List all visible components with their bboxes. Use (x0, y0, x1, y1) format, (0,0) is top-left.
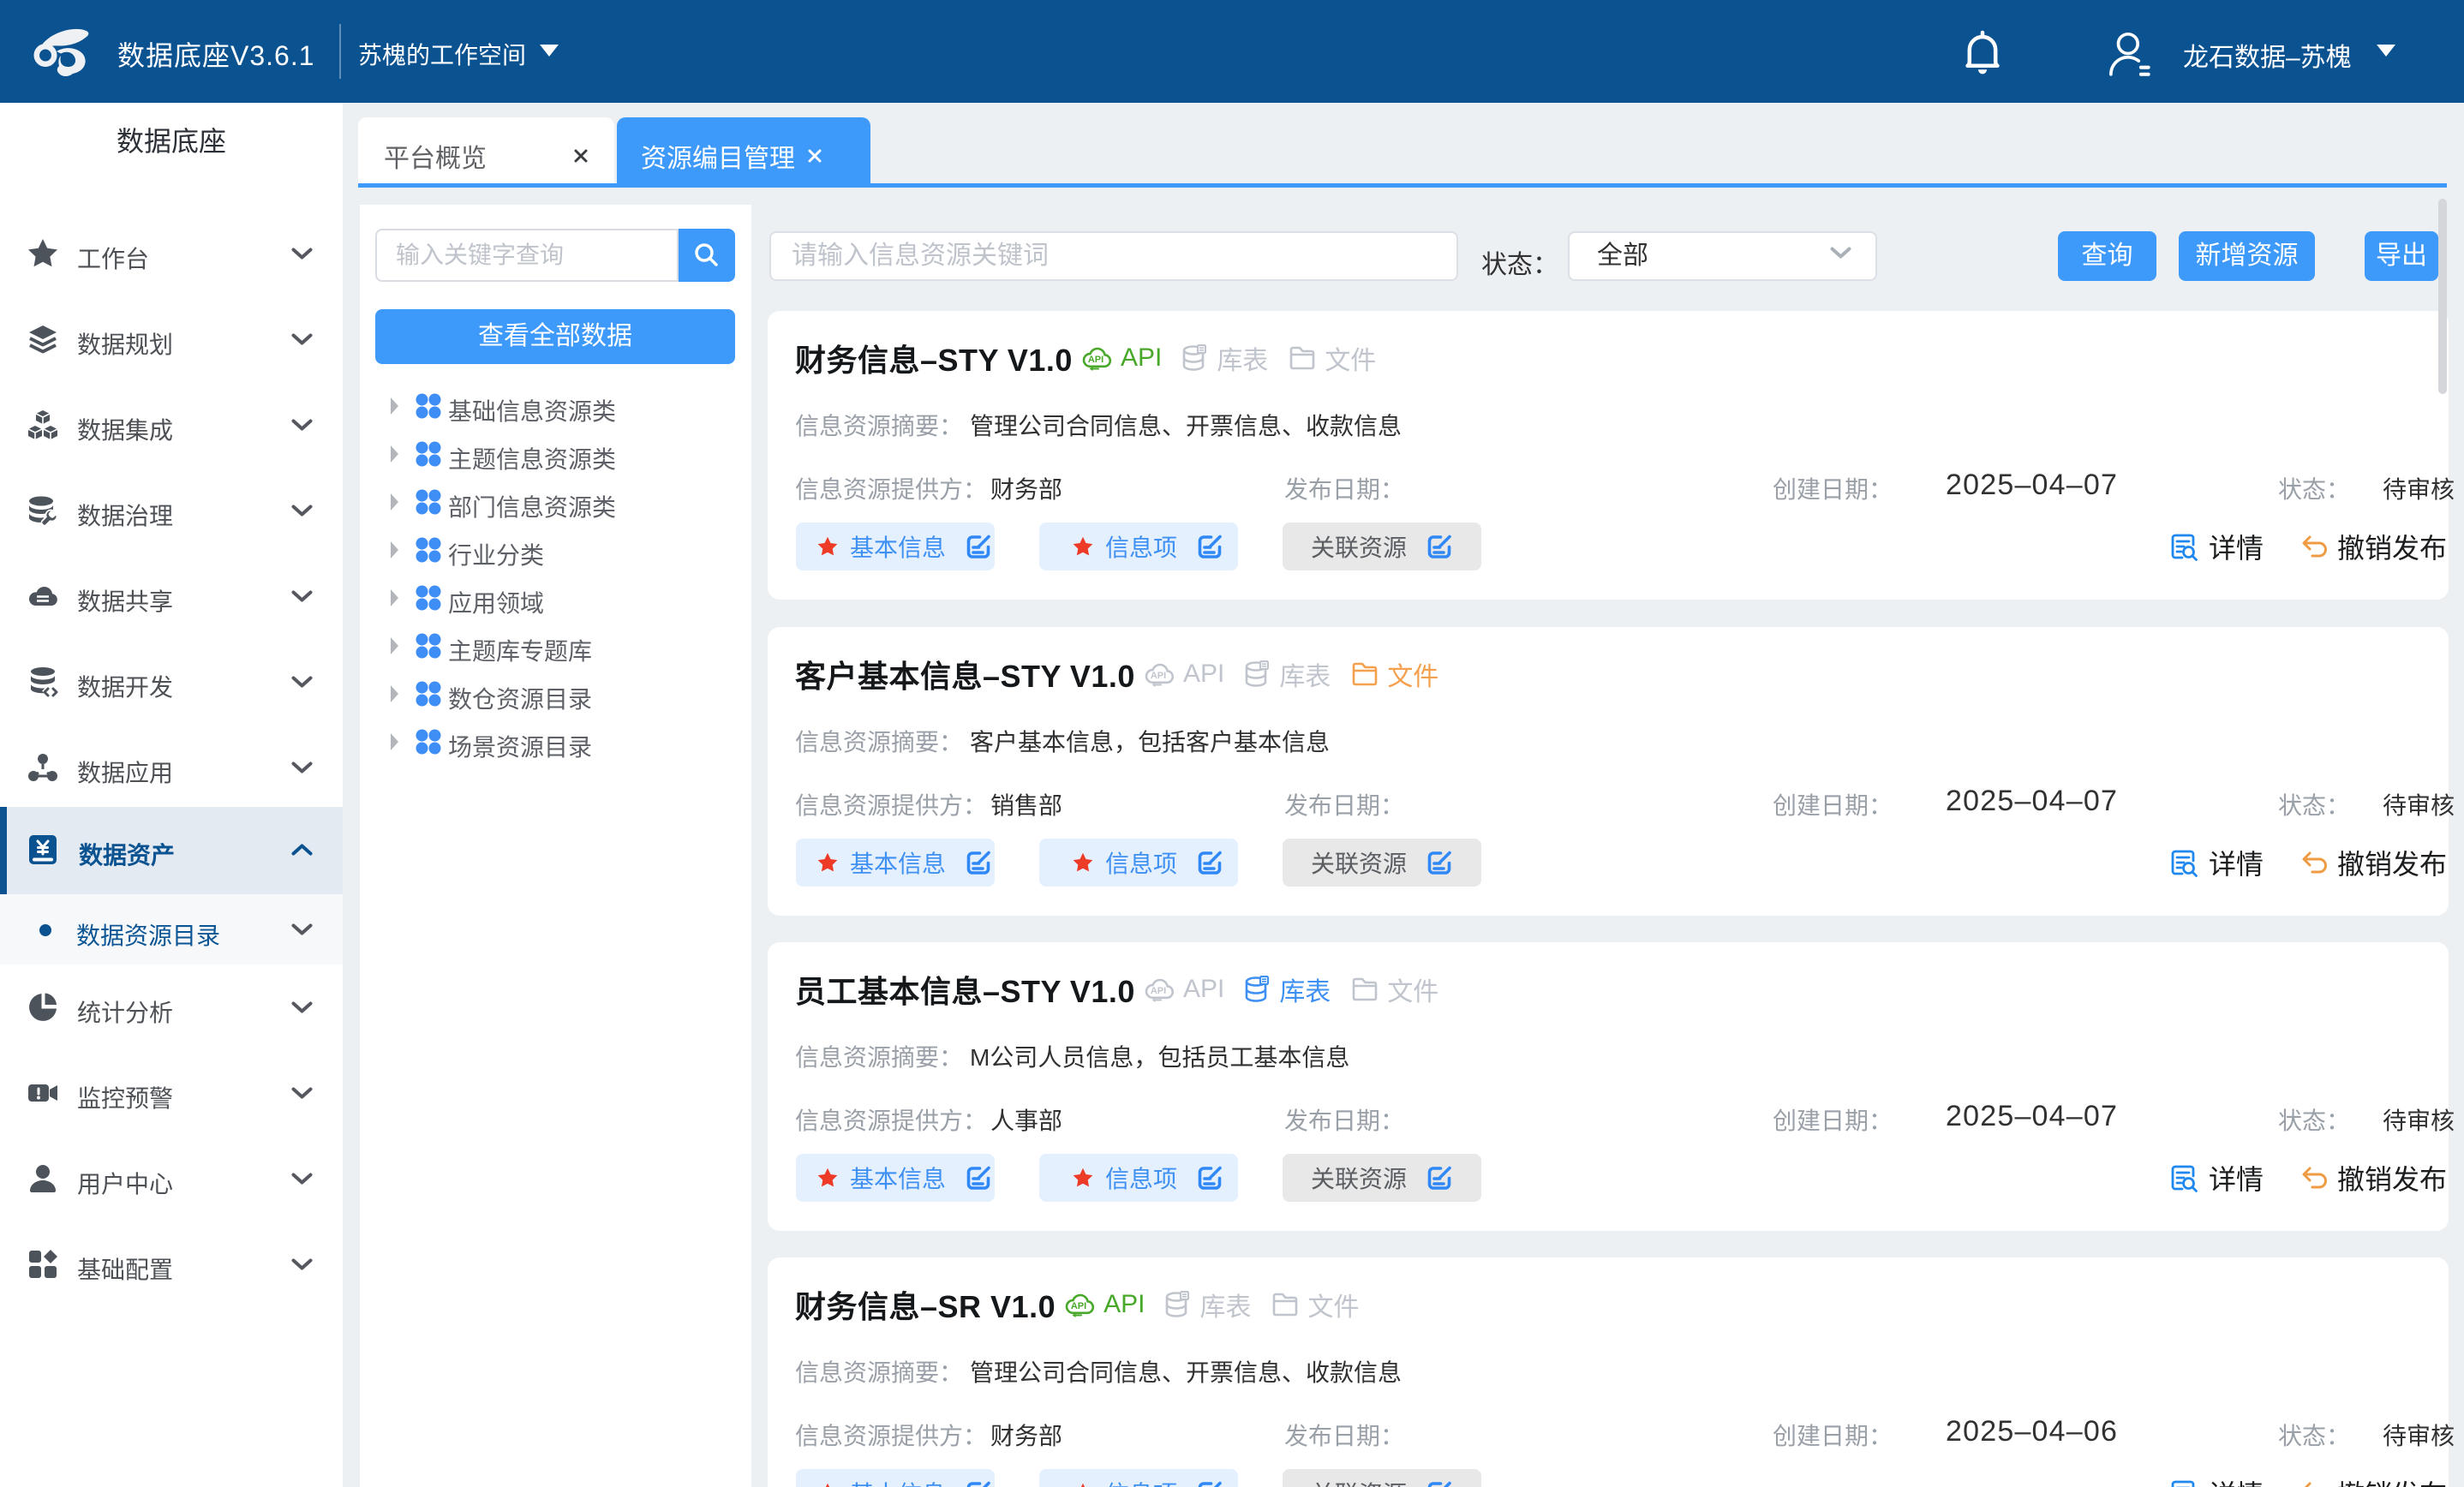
svg-text:API: API (1088, 355, 1103, 365)
svg-text:API: API (1151, 671, 1166, 681)
svg-text:API: API (1071, 1301, 1086, 1311)
svg-text:API: API (1151, 986, 1166, 996)
